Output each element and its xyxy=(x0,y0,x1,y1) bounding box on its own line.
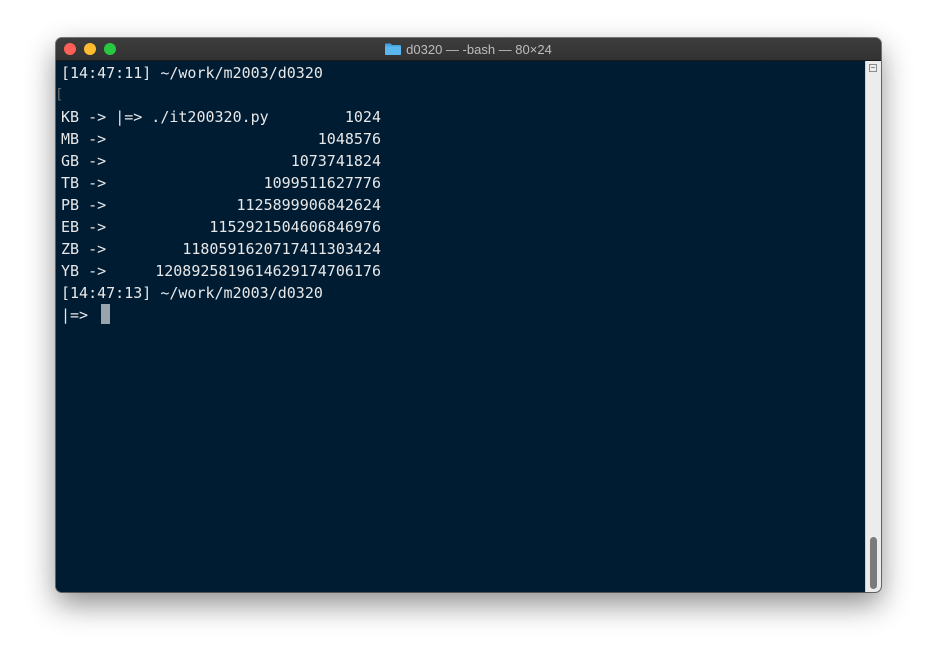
unit-value: 1073741824 xyxy=(290,152,381,170)
unit-label: ZB -> xyxy=(61,240,107,258)
unit-value: 1208925819614629174706176 xyxy=(155,262,381,280)
text-cursor xyxy=(101,304,111,324)
unit-value: 1152921504606846976 xyxy=(209,218,381,236)
window-title-group: d0320 — -bash — 80×24 xyxy=(56,38,881,60)
output-row: TB -> 1099511627776 xyxy=(61,172,866,194)
terminal-output[interactable]: [14:47:11] ~/work/m2003/d0320 [|=> ./it2… xyxy=(56,61,871,592)
output-row: EB -> 1152921504606846976 xyxy=(61,216,866,238)
split-pane-icon[interactable] xyxy=(869,64,877,72)
unit-value: 1125899906842624 xyxy=(236,196,382,214)
unit-value: 1024 xyxy=(344,108,381,126)
unit-label: MB -> xyxy=(61,130,107,148)
prompt-line: [14:47:13] ~/work/m2003/d0320 xyxy=(61,284,323,302)
unit-label: PB -> xyxy=(61,196,107,214)
scrollbar[interactable] xyxy=(865,61,881,592)
window-title: d0320 — -bash — 80×24 xyxy=(406,41,552,57)
unit-label: TB -> xyxy=(61,174,107,192)
output-row: YB -> 1208925819614629174706176 xyxy=(61,260,866,282)
unit-label: YB -> xyxy=(61,262,107,280)
output-row: ZB -> 1180591620717411303424 xyxy=(61,238,866,260)
line-mark-left: [ xyxy=(56,84,63,106)
scroll-thumb[interactable] xyxy=(870,537,877,589)
input-prompt: |=> xyxy=(61,306,98,324)
unit-value: 1099511627776 xyxy=(263,174,381,192)
terminal-window: d0320 — -bash — 80×24 [14:47:11] ~/work/… xyxy=(56,38,881,592)
prompt-line: [14:47:11] ~/work/m2003/d0320 xyxy=(61,64,323,82)
input-line[interactable]: |=> xyxy=(61,304,866,326)
unit-value: 1180591620717411303424 xyxy=(182,240,381,258)
unit-label: EB -> xyxy=(61,218,107,236)
output-row: MB -> 1048576 xyxy=(61,128,866,150)
title-bar[interactable]: d0320 — -bash — 80×24 xyxy=(56,38,881,61)
output-row: PB -> 1125899906842624 xyxy=(61,194,866,216)
unit-label: KB -> xyxy=(61,108,107,126)
command-line: [|=> ./it200320.py] xyxy=(56,84,871,126)
unit-value: 1048576 xyxy=(317,130,381,148)
folder-icon xyxy=(385,43,402,55)
output-row: KB -> 1024 xyxy=(61,106,866,128)
unit-label: GB -> xyxy=(61,152,107,170)
output-row: GB -> 1073741824 xyxy=(61,150,866,172)
